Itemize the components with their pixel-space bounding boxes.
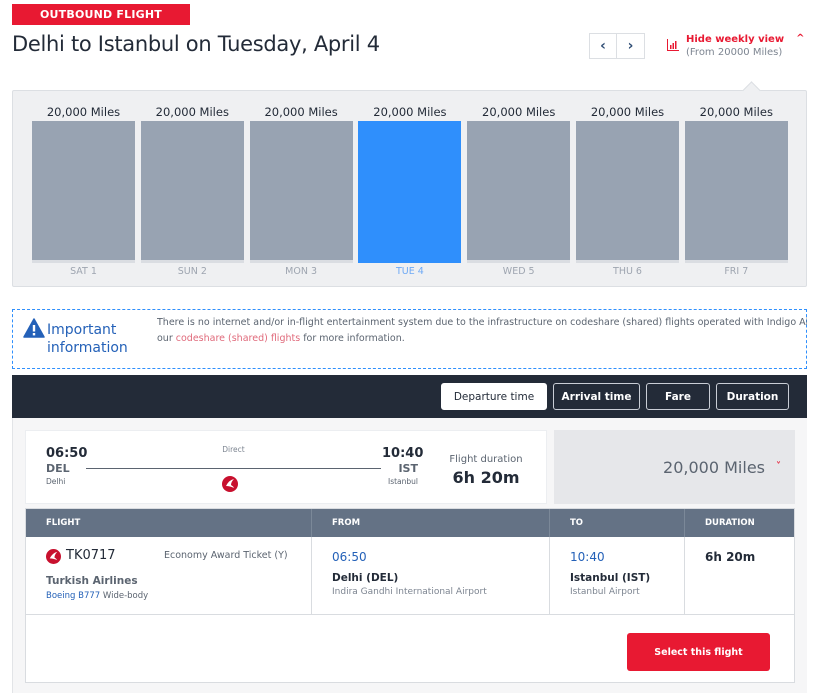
info-text-prefix: our <box>157 333 176 344</box>
header-to: TO <box>550 509 685 537</box>
day-label: MON 3 <box>285 266 318 277</box>
from-cell: 06:50 Delhi (DEL) Indira Gandhi Internat… <box>312 537 550 615</box>
aircraft-info: Boeing B777 Wide-body <box>46 591 148 601</box>
day-price-bar <box>684 121 788 263</box>
chevron-down-icon: ˅ <box>776 461 781 472</box>
arrival-time: 10:40 <box>382 446 424 461</box>
info-title: Important information <box>47 321 128 357</box>
info-title-line1: Important <box>47 322 117 338</box>
day-price-label: 20,000 Miles <box>699 105 773 119</box>
info-title-line2: information <box>47 340 128 356</box>
day-label: WED 5 <box>502 266 535 277</box>
duration-value: 6h 20m <box>705 550 756 564</box>
header-duration: DURATION <box>705 518 755 528</box>
select-this-flight-button[interactable]: Select this flight <box>627 633 770 671</box>
codeshare-flights-link[interactable]: codeshare (shared) flights <box>176 333 300 344</box>
to-airport: Istanbul Airport <box>570 587 640 597</box>
aircraft-type: Wide-body <box>100 591 149 601</box>
to-time: 10:40 <box>570 550 605 564</box>
airline-name: Turkish Airlines <box>46 575 138 587</box>
weekly-day-fri-7[interactable]: 20,000 Miles FRI 7 <box>684 91 788 288</box>
previous-week-button[interactable]: ‹ <box>589 33 617 59</box>
weekly-day-sat-1[interactable]: 20,000 Miles SAT 1 <box>32 91 135 288</box>
flight-duration-value: 6h 20m <box>452 468 520 487</box>
table-row: TK0717 Economy Award Ticket (Y) Turkish … <box>26 537 794 615</box>
day-label: SUN 2 <box>177 266 207 277</box>
departure-time: 06:50 <box>46 446 88 461</box>
header-from: FROM <box>312 509 550 537</box>
arrival-city: Istanbul <box>387 477 418 486</box>
flight-detail-panel: FLIGHT FROM TO DURATION TK0717 Economy A… <box>25 508 795 683</box>
info-text-line1: There is no internet and/or in-flight en… <box>157 317 807 328</box>
sort-duration-button[interactable]: Duration <box>716 383 789 410</box>
header-flight: FLIGHT <box>26 509 312 537</box>
day-price-label: 20,000 Miles <box>46 105 121 119</box>
departure-city: Delhi <box>46 477 66 486</box>
hide-weekly-view-label: Hide weekly view <box>686 34 785 45</box>
weekly-day-thu-6[interactable]: 20,000 Miles THU 6 <box>576 91 679 288</box>
duration-cell: 6h 20m <box>685 537 794 615</box>
weekly-day-wed-5[interactable]: 20,000 Miles WED 5 <box>467 91 571 288</box>
page-title: Delhi to Istanbul on Tuesday, April 4 <box>12 32 380 56</box>
sort-departure-time-button[interactable]: Departure time <box>441 383 547 410</box>
from-time: 06:50 <box>332 550 367 564</box>
day-price-bar <box>467 121 571 263</box>
day-label: FRI 7 <box>724 266 749 277</box>
detail-table-header: FLIGHT FROM TO DURATION <box>26 509 794 537</box>
day-label: TUE 4 <box>395 266 424 277</box>
chevron-up-icon: ^ <box>796 33 805 44</box>
chevron-right-icon: › <box>627 38 634 54</box>
hide-weekly-view-toggle[interactable]: Hide weekly view (From 20000 Miles) ^ <box>667 33 804 59</box>
day-price-bar <box>576 121 679 263</box>
day-price-label: 20,000 Miles <box>373 105 447 119</box>
to-cell: 10:40 Istanbul (IST) Istanbul Airport <box>550 537 685 615</box>
info-text: There is no internet and/or in-flight en… <box>157 315 807 347</box>
chevron-left-icon: ‹ <box>600 38 606 54</box>
day-price-bar <box>32 121 135 263</box>
turkish-airlines-logo-icon <box>46 549 61 564</box>
weekly-fare-chart: 20,000 Miles SAT 1 20,000 Miles SUN 2 20,000… <box>12 90 807 287</box>
day-price-bar <box>140 121 244 263</box>
outbound-flight-badge: OUTBOUND FLIGHT <box>12 4 190 25</box>
date-navigation: ‹ › <box>589 33 645 59</box>
weekly-day-tue-4[interactable]: 20,000 Miles TUE 4 <box>358 91 462 288</box>
fare-selector[interactable]: 20,000 Miles ˅ <box>554 430 795 504</box>
arrival-code: IST <box>398 462 418 475</box>
day-label: THU 6 <box>613 266 642 277</box>
important-information-notice: Important information There is no intern… <box>12 309 807 369</box>
info-text-suffix: for more information. <box>300 333 405 344</box>
bar-chart-icon <box>667 39 679 51</box>
next-week-button[interactable]: › <box>617 33 645 59</box>
flight-summary-card[interactable]: 06:50 DEL Delhi Direct 10:40 IST Istanbu… <box>25 430 547 504</box>
weekly-day-sun-2[interactable]: 20,000 Miles SUN 2 <box>140 91 244 288</box>
info-text-line2: our codeshare (shared) flights for more … <box>157 331 807 347</box>
day-price-label: 20,000 Miles <box>590 105 665 119</box>
turkish-airlines-logo-icon <box>222 476 238 492</box>
flight-number: TK0717 <box>66 548 116 563</box>
day-price-bar <box>358 121 462 263</box>
sort-arrival-time-button[interactable]: Arrival time <box>553 383 640 410</box>
from-miles-label: (From 20000 Miles) <box>686 47 783 58</box>
day-price-label: 20,000 Miles <box>264 105 338 119</box>
fare-value: 20,000 Miles <box>663 458 765 477</box>
route-line <box>86 468 381 469</box>
stops-label: Direct <box>222 445 245 454</box>
from-city: Delhi (DEL) <box>332 572 399 584</box>
day-price-label: 20,000 Miles <box>155 105 229 119</box>
flight-duration-label: Flight duration <box>449 454 523 465</box>
day-price-label: 20,000 Miles <box>482 105 556 119</box>
flight-cell: TK0717 Economy Award Ticket (Y) Turkish … <box>26 537 312 615</box>
aircraft-link[interactable]: Boeing B777 <box>46 591 100 601</box>
flight-results: 06:50 DEL Delhi Direct 10:40 IST Istanbu… <box>12 418 807 693</box>
day-label: SAT 1 <box>70 266 97 277</box>
cabin-class: Economy Award Ticket (Y) <box>164 550 288 561</box>
from-airport: Indira Gandhi International Airport <box>332 587 487 597</box>
departure-code: DEL <box>46 462 70 475</box>
weekly-day-mon-3[interactable]: 20,000 Miles MON 3 <box>249 91 353 288</box>
sort-fare-button[interactable]: Fare <box>646 383 710 410</box>
day-price-bar <box>249 121 353 263</box>
to-city: Istanbul (IST) <box>570 572 651 584</box>
warning-icon <box>23 318 45 338</box>
sort-bar: Departure time Arrival time Fare Duratio… <box>12 375 807 418</box>
